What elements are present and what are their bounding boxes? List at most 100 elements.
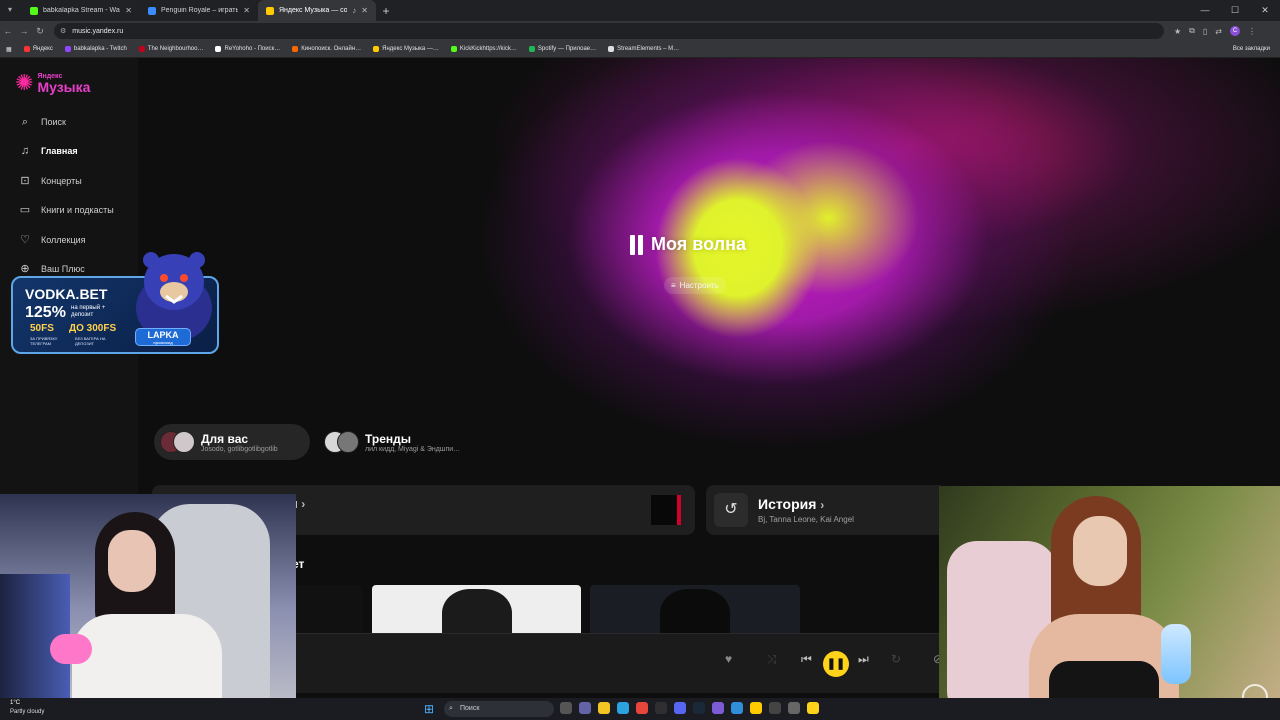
- telegram-icon[interactable]: [617, 702, 629, 714]
- taskbar-search-label: Поиск: [460, 705, 480, 712]
- cast-icon[interactable]: ⇄: [1215, 27, 1222, 36]
- tab-search-icon: ▾: [8, 5, 13, 14]
- menu-icon[interactable]: ⋮: [1248, 27, 1256, 36]
- windows-taskbar: 1°C Partly cloudy ⊞ ⌕ Поиск: [0, 698, 1280, 720]
- history-icon: ↺: [714, 493, 748, 527]
- my-wave-label: Моя волна: [651, 234, 746, 254]
- previous-icon[interactable]: ⏮: [801, 652, 812, 667]
- tab-yandex-music[interactable]: Яндекс Музыка — собира… ♪ ✕: [258, 0, 376, 21]
- extensions-icon[interactable]: ⧉: [1189, 26, 1195, 36]
- windows-start-icon[interactable]: ⊞: [424, 702, 434, 716]
- promo-code: LAPKA: [147, 330, 179, 340]
- bookmark-item[interactable]: Яндекс Музыка —…: [373, 46, 439, 52]
- explorer-icon[interactable]: [598, 702, 610, 714]
- close-window-icon[interactable]: ✕: [1250, 0, 1280, 21]
- shuffle-icon[interactable]: ⤨: [767, 652, 777, 667]
- tab-title: Penguin Royale – играть на о…: [161, 7, 239, 14]
- sidebar-item-collection[interactable]: ♡ Коллекция: [18, 233, 86, 247]
- close-icon[interactable]: ✕: [125, 6, 132, 15]
- app-icon[interactable]: [807, 702, 819, 714]
- chrome-icon[interactable]: [636, 702, 648, 714]
- pause-button[interactable]: ❚❚: [823, 651, 849, 677]
- bookmark-item[interactable]: StreamElements – M…: [608, 46, 679, 52]
- bookmark-item[interactable]: Spotify — Прилоae…: [528, 46, 596, 52]
- my-wave-visual[interactable]: [438, 58, 1280, 488]
- chip-title: Тренды: [365, 431, 411, 446]
- sidebar-item-concerts[interactable]: ⊡ Концерты: [18, 174, 81, 188]
- teams-icon[interactable]: [579, 702, 591, 714]
- chip-for-you[interactable]: Для вас Josodo, gotlibgotlibgotlib: [154, 424, 310, 460]
- next-icon[interactable]: ⏭: [858, 652, 869, 667]
- back-icon[interactable]: ←: [0, 26, 16, 36]
- bookmark-item[interactable]: ReYohoho - Поиск…: [215, 46, 280, 52]
- repeat-icon[interactable]: ↻: [891, 652, 901, 666]
- url-field[interactable]: ⚙ music.yandex.ru: [54, 23, 1164, 39]
- my-wave-title[interactable]: Моя волна: [630, 234, 746, 255]
- history-card[interactable]: ↺ История › Bj, Tanna Leone, Kai Angel: [706, 485, 946, 535]
- all-bookmarks[interactable]: Все закладки: [1233, 41, 1270, 58]
- reload-icon[interactable]: ↻: [32, 26, 48, 37]
- bookmark-label: The Neighbourhoo…: [147, 46, 204, 52]
- bookmark-item[interactable]: The Neighbourhoo…: [138, 46, 204, 52]
- sidebar-item-home[interactable]: ♫ Главная: [18, 144, 78, 158]
- promo-freespins-1: 50FS: [30, 323, 54, 334]
- minimize-icon[interactable]: —: [1190, 0, 1220, 21]
- close-icon[interactable]: ✕: [361, 6, 368, 15]
- tune-button[interactable]: ≡ Настроить: [664, 277, 726, 294]
- task-view-icon[interactable]: [560, 702, 572, 714]
- app-icon[interactable]: [769, 702, 781, 714]
- sidebar-item-books-podcasts[interactable]: ▭ Книги и подкасты: [18, 203, 114, 217]
- sidepanel-icon[interactable]: ▯: [1203, 27, 1207, 36]
- steam-icon[interactable]: [693, 702, 705, 714]
- chip-trends[interactable]: Тренды лил кидд, Miyagi & Эндшпи…: [318, 424, 498, 460]
- webcam-left: [0, 494, 296, 702]
- browser-tab-strip: ▾ babkalapka Stream - Watch Li… ✕ Pengui…: [0, 0, 1280, 21]
- audio-icon[interactable]: ♪: [352, 6, 356, 15]
- logo[interactable]: ✺ Яндекс Музыка: [15, 72, 90, 94]
- logo-text: Яндекс Музыка: [37, 73, 90, 94]
- discord-icon[interactable]: [674, 702, 686, 714]
- apps-icon[interactable]: ▦: [6, 46, 12, 53]
- tab-title: Яндекс Музыка — собира…: [279, 7, 348, 14]
- app-icon[interactable]: [788, 702, 800, 714]
- app-icon[interactable]: [750, 702, 762, 714]
- tab-penguin-royale[interactable]: Penguin Royale – играть на о… ✕: [140, 0, 258, 21]
- tab-twitch[interactable]: babkalapka Stream - Watch Li… ✕: [22, 0, 140, 21]
- bookmark-label: KickKickhttps://kick…: [459, 46, 517, 52]
- profile-avatar[interactable]: C: [1230, 26, 1240, 36]
- bookmark-label: babkalapka - Twitch: [73, 46, 127, 52]
- logo-star-icon: ✺: [15, 70, 34, 95]
- bookmark-item[interactable]: KickKickhttps://kick…: [450, 46, 517, 52]
- filter-icon: ≡: [671, 281, 676, 290]
- new-tab-button[interactable]: +: [376, 4, 396, 18]
- bookmark-item[interactable]: Яндекс: [23, 46, 53, 52]
- forward-icon[interactable]: →: [16, 26, 32, 36]
- close-icon[interactable]: ✕: [243, 6, 250, 15]
- album-cover[interactable]: [590, 585, 800, 633]
- bookmark-star-icon[interactable]: ★: [1174, 27, 1181, 36]
- bookmark-item[interactable]: Кинопоиск. Онлайн…: [292, 46, 361, 52]
- sidebar-item-search[interactable]: ⌕ Поиск: [18, 115, 66, 129]
- bookmark-label: Яндекс: [32, 46, 53, 52]
- like-icon[interactable]: ♥: [725, 652, 732, 666]
- twitch-favicon-icon: [30, 6, 38, 15]
- avatar: [337, 431, 359, 453]
- avatar: [173, 431, 195, 453]
- site-info-icon[interactable]: ⚙: [60, 27, 66, 35]
- taskbar-search[interactable]: ⌕ Поиск: [444, 701, 554, 717]
- yandex-music-favicon-icon: [266, 6, 274, 15]
- album-cover[interactable]: [372, 585, 581, 633]
- promo-percent-sub: на первый + депозит: [71, 305, 106, 318]
- streamer-body: [72, 614, 222, 702]
- book-icon: ▭: [19, 204, 31, 216]
- weather-temp: 1°C: [10, 700, 21, 706]
- pause-icon[interactable]: [630, 234, 643, 255]
- bookmarks-bar: ▦ Яндекс babkalapka - Twitch The Neighbo…: [0, 41, 1280, 58]
- app-icon[interactable]: [712, 702, 724, 714]
- bookmark-item[interactable]: babkalapka - Twitch: [64, 46, 127, 52]
- sidebar-item-label: Книги и подкасты: [41, 205, 114, 215]
- obs-icon[interactable]: [655, 702, 667, 714]
- app-icon[interactable]: [731, 702, 743, 714]
- weather-widget[interactable]: 1°C Partly cloudy: [10, 699, 44, 717]
- maximize-icon[interactable]: ☐: [1220, 0, 1250, 21]
